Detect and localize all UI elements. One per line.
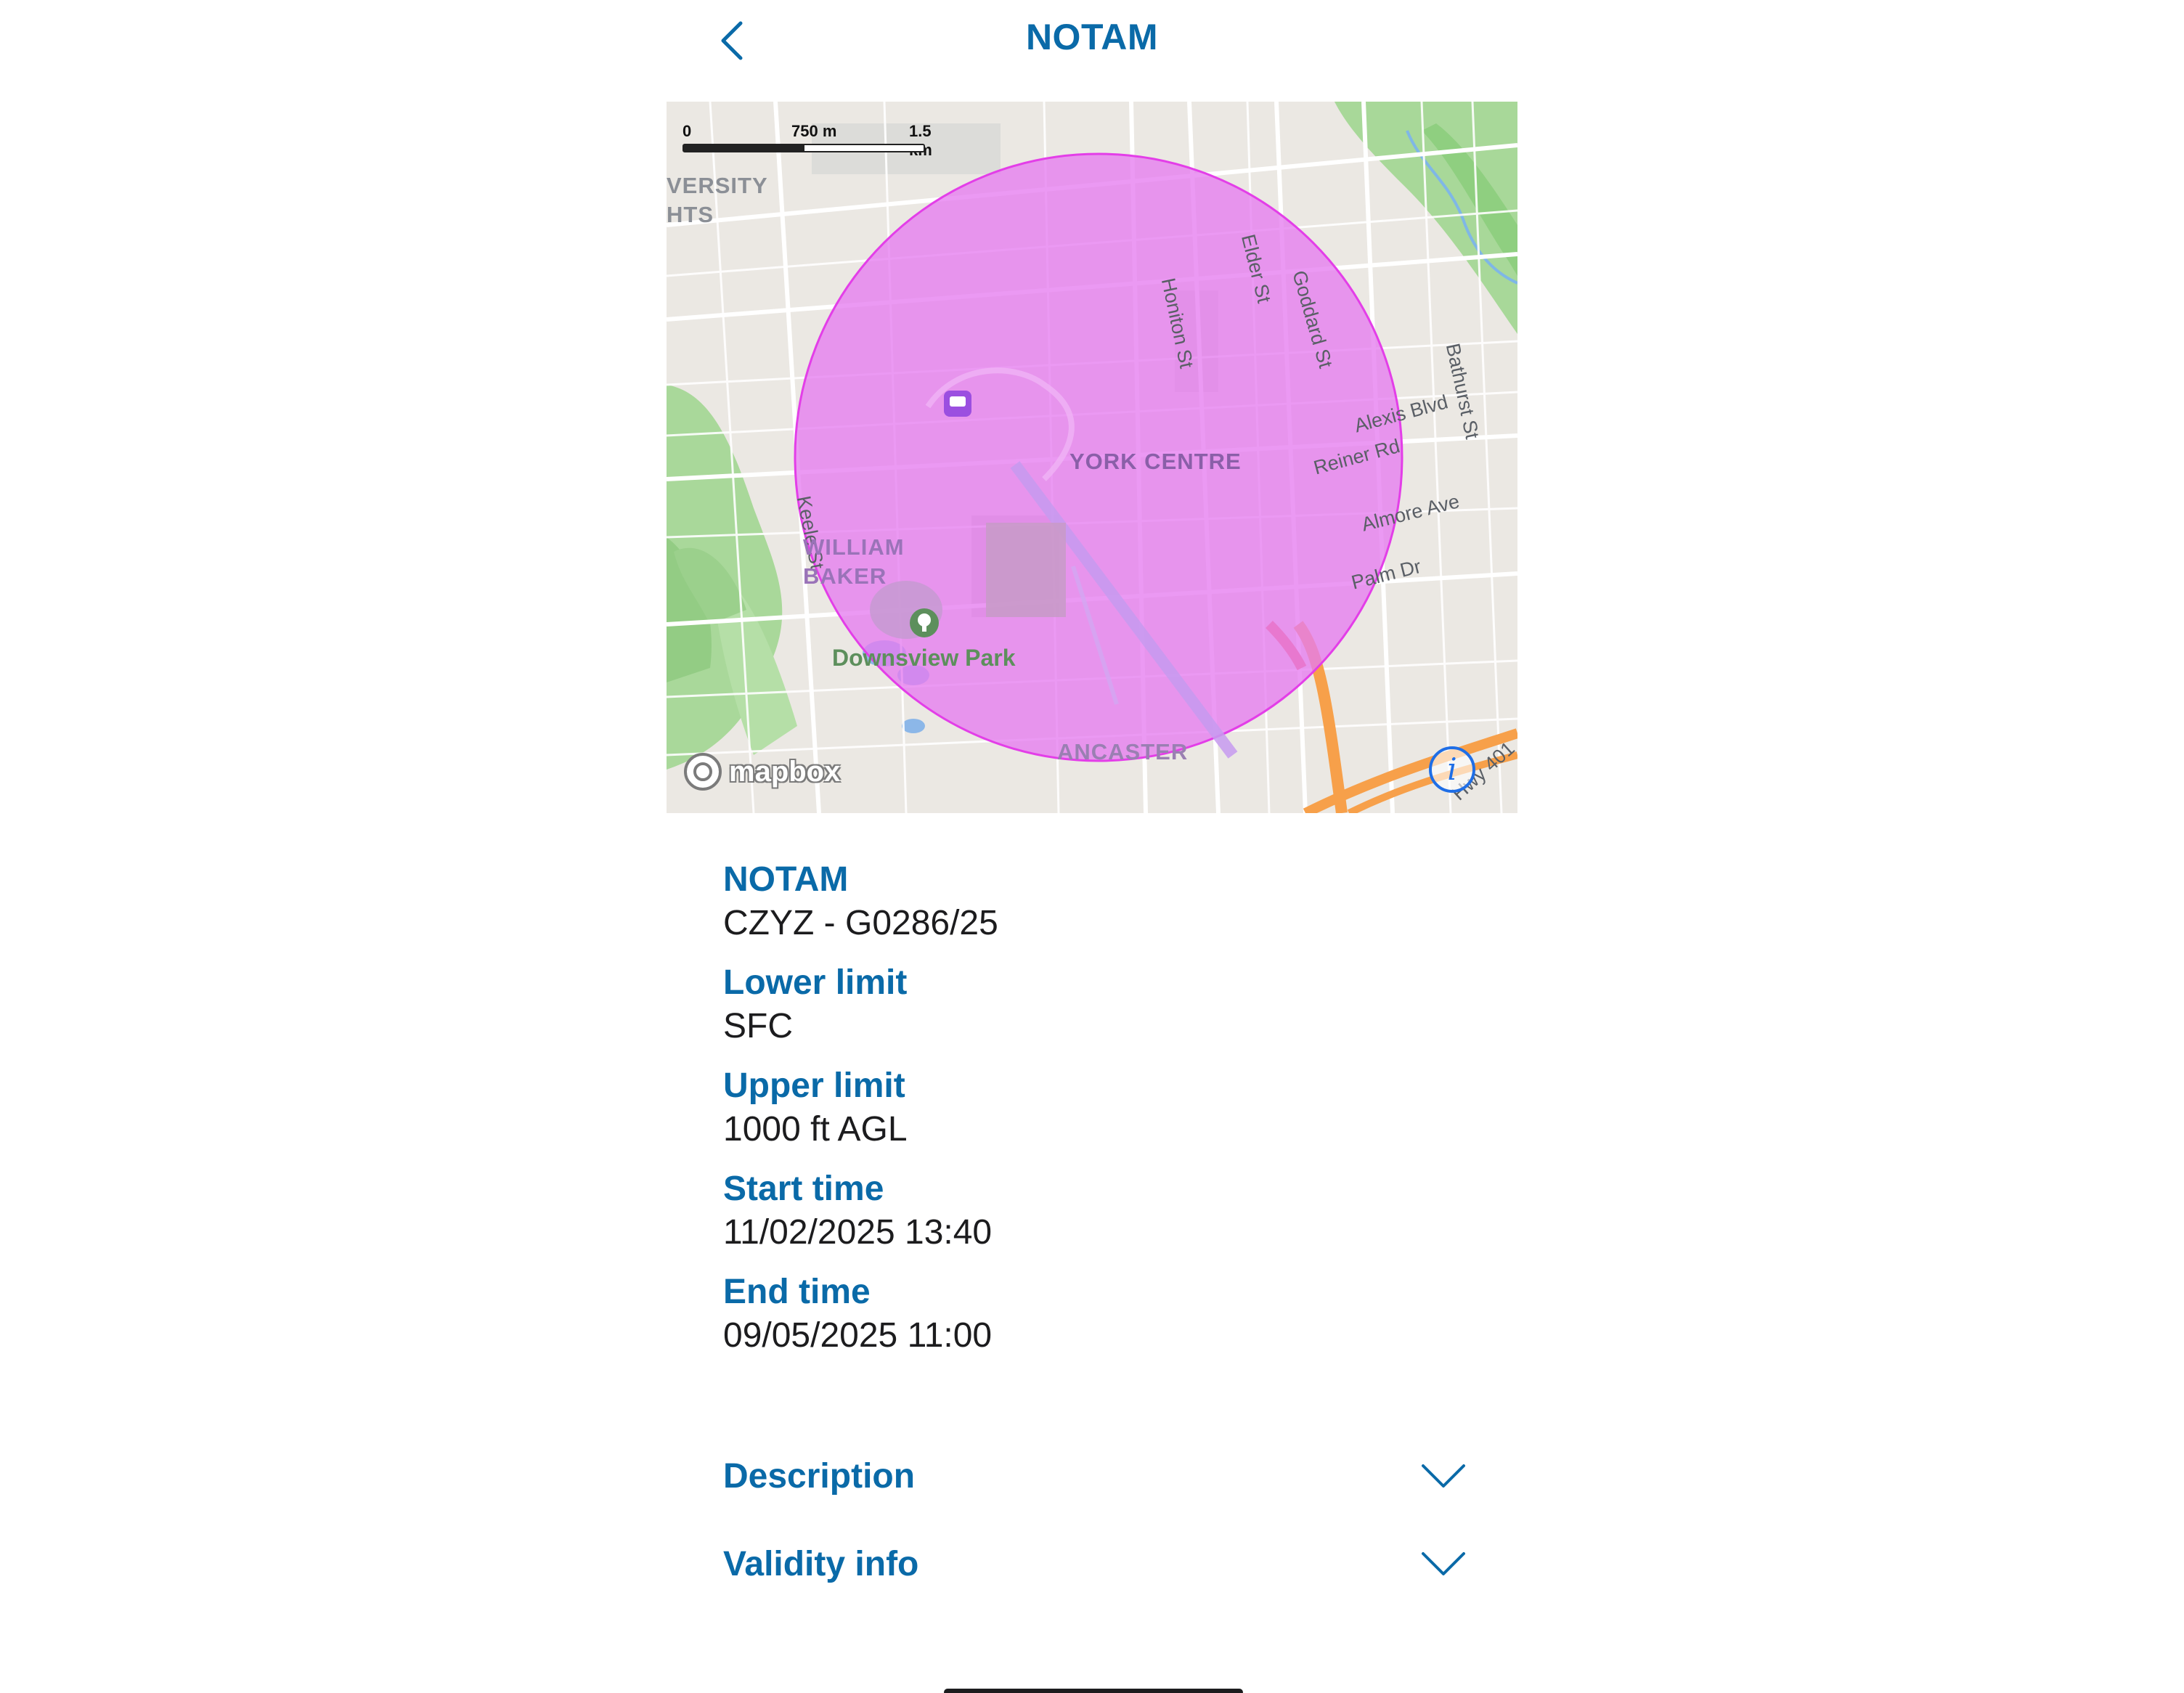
notam-details: NOTAM CZYZ - G0286/25 Lower limit SFC Up… xyxy=(723,858,1522,1374)
notam-detail-screen: NOTAM 0 750 m 1.5 VERSITY HTS Keele St H… xyxy=(0,0,2184,1693)
chevron-down-icon xyxy=(1422,1552,1465,1575)
field-value: 1000 ft AGL xyxy=(723,1110,908,1149)
map-info-button[interactable]: i xyxy=(1429,746,1475,793)
mapbox-icon xyxy=(684,753,722,791)
description-accordion[interactable]: Description xyxy=(723,1443,1467,1509)
field-start-time: Start time 11/02/2025 13:40 xyxy=(723,1167,1522,1255)
map-label-york-centre: YORK CENTRE xyxy=(1069,449,1242,474)
accordion-label: Description xyxy=(723,1456,916,1496)
field-upper-limit: Upper limit 1000 ft AGL xyxy=(723,1064,1522,1151)
map-label-william-baker: WILLIAM BAKER xyxy=(803,534,905,589)
scale-line xyxy=(682,144,925,152)
field-label: End time xyxy=(723,1273,871,1311)
field-value: SFC xyxy=(723,1007,793,1045)
page-title: NOTAM xyxy=(1025,17,1159,57)
field-label: NOTAM xyxy=(723,860,849,899)
field-label: Start time xyxy=(723,1170,884,1208)
scale-label-max: 1.5 km xyxy=(909,122,932,159)
chevron-down-icon xyxy=(1422,1464,1465,1488)
notam-map[interactable]: 0 750 m 1.5 km VERSITY HTS Keele St Honi… xyxy=(667,102,1517,813)
info-icon: i xyxy=(1447,751,1457,787)
field-value: CZYZ - G0286/25 xyxy=(723,904,998,942)
navigation-bar: NOTAM xyxy=(0,0,2184,80)
map-label-university-heights: VERSITY HTS xyxy=(667,173,768,227)
field-label: Lower limit xyxy=(723,963,908,1002)
field-value: 11/02/2025 13:40 xyxy=(723,1213,993,1252)
field-label: Upper limit xyxy=(723,1066,905,1105)
field-end-time: End time 09/05/2025 11:00 xyxy=(723,1270,1522,1358)
accordion-label: Validity info xyxy=(723,1544,919,1583)
scale-label-zero: 0 xyxy=(682,122,692,140)
map-label-ancaster: ANCASTER xyxy=(1057,739,1189,764)
field-notam: NOTAM CZYZ - G0286/25 xyxy=(723,858,1522,945)
mapbox-logo[interactable]: mapbox xyxy=(682,750,840,794)
field-lower-limit: Lower limit SFC xyxy=(723,961,1522,1048)
scale-label-mid: 750 m xyxy=(791,122,837,140)
field-value: 09/05/2025 11:00 xyxy=(723,1316,993,1355)
validity-info-accordion[interactable]: Validity info xyxy=(723,1531,1467,1596)
home-indicator xyxy=(944,1689,1243,1693)
map-scale-bar: 0 750 m 1.5 km xyxy=(682,122,944,166)
map-label-downsview-park: Downsview Park xyxy=(832,645,1016,671)
mapbox-wordmark: mapbox xyxy=(729,755,841,788)
